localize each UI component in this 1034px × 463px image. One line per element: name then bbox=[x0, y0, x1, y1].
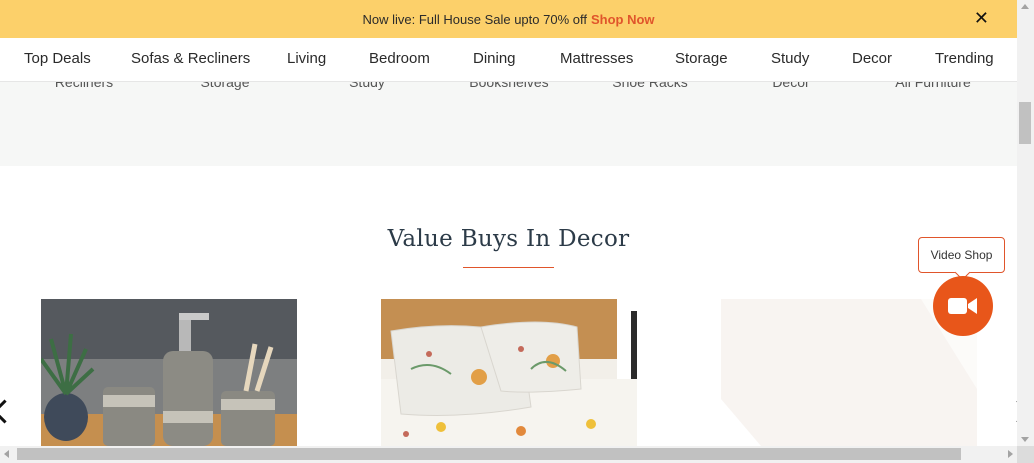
shop-now-link[interactable]: Shop Now bbox=[591, 12, 655, 27]
horizontal-scrollbar[interactable] bbox=[0, 446, 1034, 463]
video-camera-icon bbox=[948, 298, 977, 314]
video-shop-button[interactable] bbox=[933, 276, 993, 336]
nav-item-storage[interactable]: Storage bbox=[675, 50, 728, 67]
video-shop-label: Video Shop bbox=[930, 248, 993, 262]
category-study[interactable]: Study bbox=[297, 82, 437, 90]
nav-item-top-deals[interactable]: Top Deals bbox=[24, 50, 91, 67]
vertical-scrollbar[interactable] bbox=[1017, 0, 1034, 446]
category-strip: Recliners Storage Study Bookshelves Shoe… bbox=[0, 82, 1017, 166]
product-card-bath-set[interactable] bbox=[41, 299, 297, 446]
main-nav: Top Deals Sofas & Recliners Living Bedro… bbox=[0, 38, 1017, 82]
scrollbar-corner bbox=[1017, 446, 1034, 463]
category-storage[interactable]: Storage bbox=[155, 82, 295, 90]
promo-text: Now live: Full House Sale upto 70% off bbox=[362, 11, 587, 27]
category-all-furniture[interactable]: All Furniture bbox=[863, 82, 1003, 90]
scroll-left-icon[interactable] bbox=[4, 450, 9, 458]
bathroom-accessory-set-image bbox=[41, 299, 297, 446]
product-card-bedsheet[interactable] bbox=[381, 299, 637, 446]
nav-item-dining[interactable]: Dining bbox=[473, 50, 516, 67]
nav-item-sofas-recliners[interactable]: Sofas & Recliners bbox=[131, 50, 250, 67]
scroll-right-icon[interactable] bbox=[1008, 450, 1013, 458]
nav-item-trending[interactable]: Trending bbox=[935, 50, 994, 67]
close-icon[interactable]: ✕ bbox=[974, 9, 989, 27]
carousel-prev-icon[interactable] bbox=[0, 399, 17, 424]
scroll-up-icon[interactable] bbox=[1021, 4, 1029, 9]
floral-bedsheet-image bbox=[381, 299, 637, 446]
nav-item-bedroom[interactable]: Bedroom bbox=[369, 50, 430, 67]
scroll-down-icon[interactable] bbox=[1021, 437, 1029, 442]
title-underline bbox=[463, 267, 554, 268]
nav-item-living[interactable]: Living bbox=[287, 50, 326, 67]
vertical-scroll-thumb[interactable] bbox=[1019, 102, 1031, 144]
category-recliners[interactable]: Recliners bbox=[14, 82, 154, 90]
section-title: Value Buys In Decor bbox=[387, 226, 630, 252]
category-shoe-racks[interactable]: Shoe Racks bbox=[580, 82, 720, 90]
horizontal-scroll-thumb[interactable] bbox=[17, 448, 961, 460]
promo-banner: Now live: Full House Sale upto 70% off S… bbox=[0, 0, 1017, 38]
category-decor[interactable]: Decor bbox=[721, 82, 861, 90]
nav-item-mattresses[interactable]: Mattresses bbox=[560, 50, 633, 67]
video-shop-tooltip: Video Shop bbox=[918, 237, 1005, 273]
category-bookshelves[interactable]: Bookshelves bbox=[439, 82, 579, 90]
nav-item-study[interactable]: Study bbox=[771, 50, 809, 67]
nav-item-decor[interactable]: Decor bbox=[852, 50, 892, 67]
